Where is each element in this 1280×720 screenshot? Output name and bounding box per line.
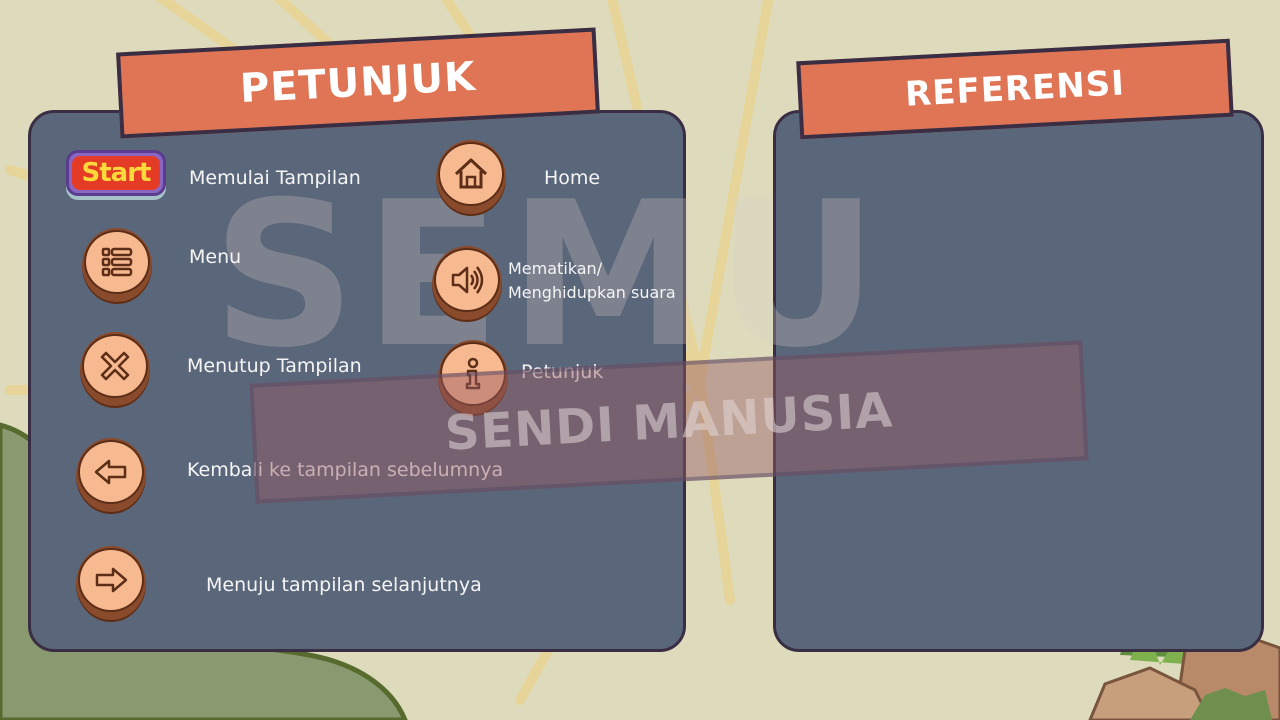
menu-list-icon	[101, 247, 133, 277]
back-button[interactable]	[76, 438, 146, 514]
start-button-label: Start	[81, 158, 152, 188]
home-button[interactable]	[436, 140, 506, 216]
arrow-right-icon	[95, 567, 128, 593]
start-button-face: Start	[72, 156, 160, 190]
close-x-icon	[100, 351, 130, 381]
info-description: Petunjuk	[521, 361, 604, 383]
info-button[interactable]	[438, 340, 508, 416]
close-button[interactable]	[80, 332, 150, 408]
petunjuk-title: PETUNJUK	[238, 53, 478, 113]
start-button[interactable]: Start	[66, 150, 166, 196]
menu-description: Menu	[189, 246, 242, 268]
back-description: Kembali ke tampilan sebelumnya	[187, 459, 504, 481]
close-description: Menutup Tampilan	[187, 355, 362, 377]
sound-toggle-button[interactable]	[432, 246, 502, 322]
home-description: Home	[544, 167, 601, 189]
home-icon	[454, 158, 488, 189]
referensi-title: REFERENSI	[904, 63, 1126, 115]
start-description: Memulai Tampilan	[189, 167, 361, 189]
sound-description: Mematikan/ Menghidupkan suara	[508, 257, 676, 305]
referensi-panel	[773, 110, 1264, 652]
speaker-icon	[451, 266, 484, 294]
info-icon	[465, 357, 481, 390]
next-description: Menuju tampilan selanjutnya	[206, 574, 482, 596]
arrow-left-icon	[94, 459, 127, 485]
menu-button[interactable]	[82, 228, 152, 304]
next-button[interactable]	[76, 546, 146, 622]
sound-description-line1: Mematikan/	[508, 259, 603, 278]
sound-description-line2: Menghidupkan suara	[508, 283, 676, 302]
